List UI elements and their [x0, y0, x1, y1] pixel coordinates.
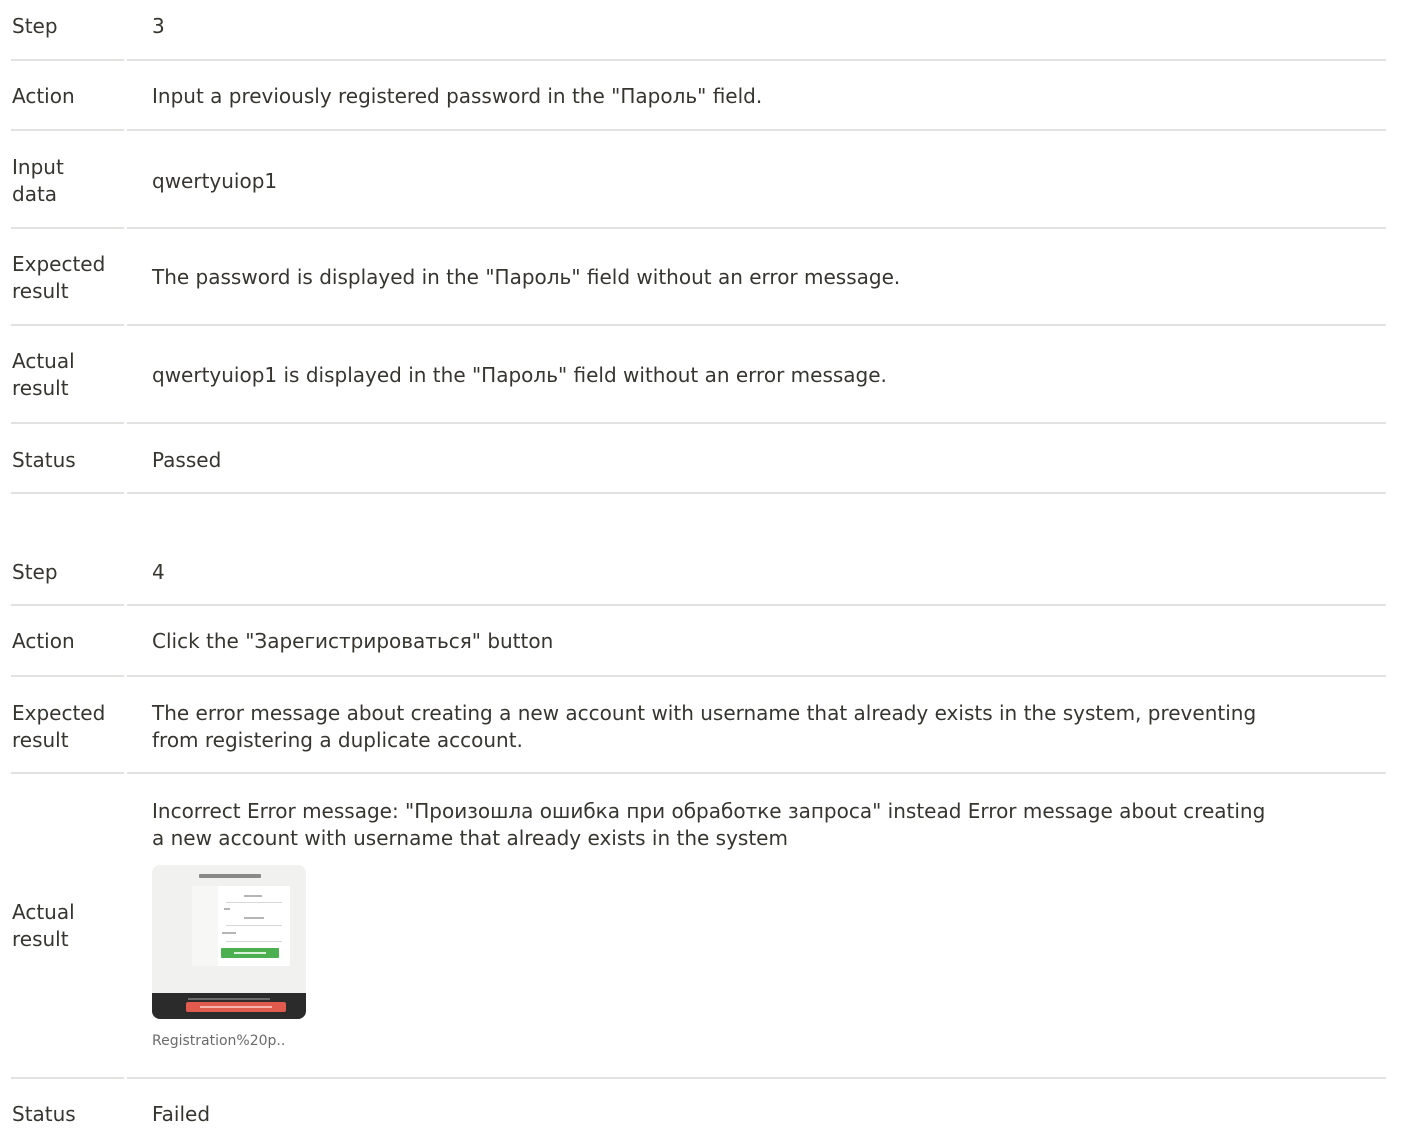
step-label: Step: [12, 560, 58, 584]
actual-result-value-line1: Incorrect Error message: "Произошла ошиб…: [152, 799, 1266, 823]
expected-result-value: The password is displayed in the "Пароль…: [152, 265, 901, 289]
row-divider: [11, 772, 124, 774]
row-divider: [11, 675, 124, 677]
row-divider: [127, 227, 1386, 229]
row-divider: [127, 59, 1386, 61]
input-data-label: Input data: [12, 154, 122, 208]
action-label: Action: [12, 84, 75, 108]
status-value: Failed: [152, 1102, 211, 1126]
registration-screenshot-image: [152, 865, 306, 1019]
expected-result-label: Expected result: [12, 251, 122, 305]
expected-result-value-line2: from registering a duplicate account.: [152, 728, 523, 752]
row-divider: [11, 227, 124, 229]
row-divider: [127, 675, 1386, 677]
action-label: Action: [12, 629, 75, 653]
expected-result-value: The error message about creating a new a…: [152, 700, 1399, 754]
row-divider: [11, 59, 124, 61]
actual-result-label-line2: result: [12, 927, 69, 951]
row-divider: [11, 324, 124, 326]
actual-result-label: Actual result: [12, 348, 122, 402]
input-data-label-line2: data: [12, 182, 58, 206]
action-value: Click the "Зарегистрироваться" button: [152, 629, 554, 653]
row-divider: [11, 604, 124, 606]
step-label: Step: [12, 14, 58, 38]
status-value: Passed: [152, 448, 222, 472]
expected-result-label-line1: Expected: [12, 701, 106, 725]
row-divider: [127, 422, 1386, 424]
status-label: Status: [12, 448, 76, 472]
input-data-label-line1: Input: [12, 155, 64, 179]
row-divider: [127, 604, 1386, 606]
status-label: Status: [12, 1102, 76, 1126]
attachment-thumbnail[interactable]: [152, 865, 306, 1019]
attachment-caption[interactable]: Registration%20p..: [152, 1032, 285, 1050]
actual-result-value: qwertyuiop1 is displayed in the "Пароль"…: [152, 363, 887, 387]
action-value: Input a previously registered password i…: [152, 84, 763, 108]
row-divider: [127, 129, 1386, 131]
actual-result-value: Incorrect Error message: "Произошла ошиб…: [152, 798, 1399, 852]
row-divider: [11, 1077, 124, 1079]
expected-result-label-line1: Expected: [12, 252, 106, 276]
actual-result-label-line2: result: [12, 376, 69, 400]
row-divider: [11, 492, 124, 494]
row-divider: [11, 129, 124, 131]
expected-result-label: Expected result: [12, 700, 122, 754]
actual-result-label-line1: Actual: [12, 900, 75, 924]
expected-result-value-line1: The error message about creating a new a…: [152, 701, 1257, 725]
row-divider: [127, 492, 1386, 494]
input-data-value: qwertyuiop1: [152, 169, 278, 193]
row-divider: [127, 772, 1386, 774]
step-value: 4: [152, 560, 165, 584]
expected-result-label-line2: result: [12, 728, 69, 752]
actual-result-label-line1: Actual: [12, 349, 75, 373]
step-value: 3: [152, 14, 165, 38]
actual-result-value-line2: a new account with username that already…: [152, 826, 788, 850]
expected-result-label-line2: result: [12, 279, 69, 303]
row-divider: [127, 324, 1386, 326]
row-divider: [127, 1077, 1386, 1079]
actual-result-label: Actual result: [12, 899, 122, 953]
row-divider: [11, 422, 124, 424]
